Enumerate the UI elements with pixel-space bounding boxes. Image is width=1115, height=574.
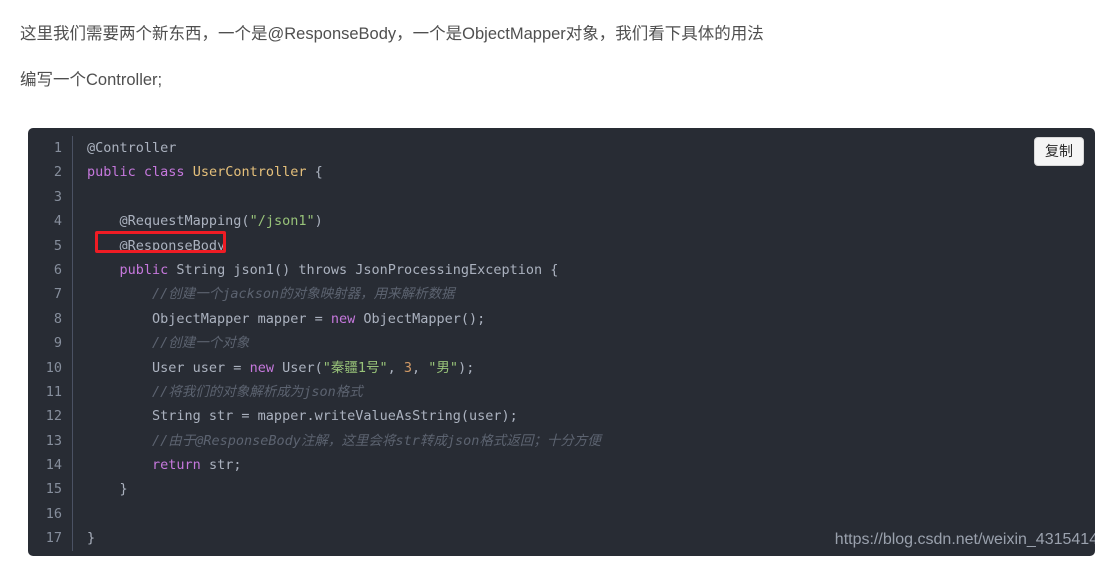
code-line: //创建一个jackson的对象映射器，用来解析数据 [87,282,601,306]
line-number: 5 [53,237,62,254]
code-token: UserController [192,164,307,181]
code-token: @Controller [87,140,177,156]
code-token: ); [458,359,475,376]
code-token: ) [314,213,323,230]
code-token: , [412,359,429,376]
code-token: "男" [428,359,459,376]
code-token: @RequestMapping( [87,213,250,230]
code-token: return [152,457,201,474]
line-number-gutter: 1 2 3 4 5 6 7 8 9 10 11 12 13 14 15 16 17 [28,136,73,551]
code-token: User( [273,359,323,376]
code-token: , [387,359,404,376]
code-token: public [87,164,136,181]
code-token: String str = mapper.writeValueAsString(u… [87,408,518,425]
paragraph-intro: 这里我们需要两个新东西，一个是@ResponseBody，一个是ObjectMa… [20,25,764,43]
code-line: } [87,477,601,501]
code-line: @Controller [87,136,601,160]
code-line: public String json1() throws JsonProcess… [87,258,601,282]
code-token: String json1() throws JsonProcessingExce… [168,261,559,278]
code-listing: 1 2 3 4 5 6 7 8 9 10 11 12 13 14 15 16 17 @Controller pub… [28,136,601,551]
code-line: User user = new User("秦疆1号", 3, "男"); [87,356,601,380]
line-number: 16 [45,505,62,522]
code-token: } [87,530,96,547]
code-line: } [87,526,601,550]
code-token: ObjectMapper(); [355,310,486,327]
code-token: str; [200,457,242,474]
watermark-url: https://blog.csdn.net/weixin_43154149 [834,531,1095,548]
line-number: 14 [45,457,62,474]
code-line: //创建一个对象 [87,331,601,355]
copy-code-button[interactable]: 复制 [1034,137,1084,166]
code-token: @ResponseBody [87,237,226,254]
line-number: 17 [45,530,62,547]
code-token: //创建一个对象 [87,335,250,352]
code-line: @ResponseBody [87,234,601,258]
line-number: 4 [53,213,62,230]
code-token: //创建一个jackson的对象映射器，用来解析数据 [87,286,455,303]
paragraph-write-controller: 编写一个Controller; [20,70,163,89]
code-token: new [249,359,274,376]
line-number: 15 [45,481,62,498]
code-line: public class UserController { [87,160,601,184]
code-token: User user = [87,359,250,376]
code-line: String str = mapper.writeValueAsString(u… [87,404,601,428]
line-number: 6 [53,261,62,278]
code-token: //将我们的对象解析成为json格式 [87,383,363,400]
code-line: @RequestMapping("/json1") [87,209,601,233]
code-token: public [119,261,169,278]
line-number: 1 [53,140,62,156]
code-line: return str; [87,453,601,477]
line-number: 11 [45,383,62,400]
line-number: 8 [53,310,62,327]
line-number: 2 [53,164,62,181]
code-token: } [87,481,128,498]
code-token: "秦疆1号" [322,359,388,376]
line-number: 9 [53,335,62,352]
line-number: 7 [53,286,62,303]
code-token: ObjectMapper mapper = [87,310,331,327]
code-line: //将我们的对象解析成为json格式 [87,380,601,404]
line-number: 12 [45,408,62,425]
code-token: class [143,164,185,181]
code-token: { [306,164,323,181]
code-block: 复制 1 2 3 4 5 6 7 8 9 10 11 12 13 14 15 16 17 @Controller… [28,128,1095,556]
code-token: 3 [403,359,413,376]
line-number: 3 [53,188,62,205]
code-token: new [330,310,356,327]
line-number: 10 [45,359,62,376]
code-token: //由于@ResponseBody注解，这里会将str转成json格式返回；十分… [87,432,601,449]
line-number: 13 [45,432,62,449]
code-token: "/json1" [249,213,315,230]
code-block-inner: 复制 1 2 3 4 5 6 7 8 9 10 11 12 13 14 15 16 17 @Controller… [28,128,1095,556]
code-line: //由于@ResponseBody注解，这里会将str转成json格式返回；十分… [87,429,601,453]
code-line: ObjectMapper mapper = new ObjectMapper()… [87,307,601,331]
code-content-column[interactable]: @Controller public class UserController {… [73,136,601,551]
article-body: 这里我们需要两个新东西，一个是@ResponseBody，一个是ObjectMa… [0,0,1115,88]
